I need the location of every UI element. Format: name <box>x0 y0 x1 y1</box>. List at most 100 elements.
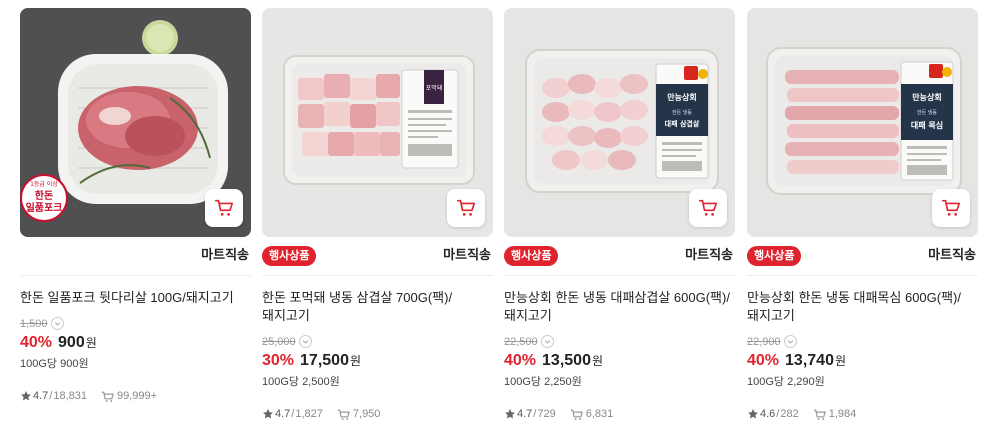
price-row: 40% 13,740원 <box>747 350 846 372</box>
divider <box>504 275 735 276</box>
review-count[interactable]: 729 <box>537 407 555 421</box>
product-grid: 1등급 이상 한돈 일품포크 마트직송 한돈 일품포크 뒷다리살 100G/돼지… <box>0 0 987 429</box>
tag-row: 마트직송 <box>20 244 251 266</box>
purchase-count: 1,984 <box>828 408 857 420</box>
review-count[interactable]: 282 <box>780 407 798 421</box>
unit-price: 100G당 2,290원 <box>747 376 825 388</box>
sale-price: 900 <box>58 334 85 351</box>
add-to-cart-button[interactable] <box>205 189 243 227</box>
purchase-count-icon <box>101 391 114 402</box>
original-price: 22,900 <box>747 336 781 348</box>
discount-rate: 40% <box>20 334 53 351</box>
purchase-count: 7,950 <box>352 408 381 420</box>
chevron-down-icon <box>544 339 550 344</box>
product-card[interactable]: 만능상회 한돈 냉동 대패 목심 행사상품 마트직송 만능상회 한돈 냉동 대패… <box>747 8 978 429</box>
sale-price: 13,740 <box>785 352 834 369</box>
package-sub: 한돈 냉동 <box>917 109 937 116</box>
add-to-cart-button[interactable] <box>689 189 727 227</box>
price-info-button[interactable] <box>298 334 312 348</box>
purchase-count-icon <box>813 409 826 420</box>
product-image[interactable]: 포먹돼 <box>262 8 493 237</box>
review-meta: 4.7/1,827 7,950 <box>262 407 380 421</box>
tag-row: 행사상품 마트직송 <box>747 244 978 266</box>
original-price: 22,500 <box>504 336 538 348</box>
rating: 4.7 <box>33 390 49 402</box>
cart-icon <box>214 199 234 216</box>
product-card[interactable]: 포먹돼 행사상품 마트직송 한돈 포먹돼 냉동 삼겹살 700G(팩)/돼지고기… <box>262 8 493 429</box>
product-image[interactable]: 1등급 이상 한돈 일품포크 <box>20 8 251 237</box>
original-price-row: 22,900 <box>747 334 797 349</box>
sale-price: 13,500 <box>542 352 591 369</box>
purchase-count: 6,831 <box>585 408 614 420</box>
review-meta: 4.7/729 6,831 <box>504 407 613 421</box>
price-info-button[interactable] <box>50 316 64 330</box>
package-brand: 만능상회 <box>912 92 941 102</box>
price-row: 40% 900원 <box>20 332 97 354</box>
currency: 원 <box>591 354 604 368</box>
unit-price: 100G당 2,250원 <box>504 376 582 388</box>
rating: 4.7 <box>517 408 533 420</box>
add-to-cart-button[interactable] <box>447 189 485 227</box>
purchase-count-icon <box>337 409 350 420</box>
product-title[interactable]: 만능상회 한돈 냉동 대패삼겹살 600G(팩)/돼지고기 <box>504 289 735 325</box>
price-info-button[interactable] <box>783 334 797 348</box>
product-card[interactable]: 1등급 이상 한돈 일품포크 마트직송 한돈 일품포크 뒷다리살 100G/돼지… <box>20 8 251 429</box>
product-image[interactable]: 만능상회 한돈 냉동 대패 목심 <box>747 8 978 237</box>
original-price-row: 25,000 <box>262 334 312 349</box>
unit-price: 100G당 2,500원 <box>262 376 340 388</box>
currency: 원 <box>85 336 97 350</box>
image-badge-line1: 1등급 이상 <box>30 180 58 188</box>
product-title[interactable]: 만능상회 한돈 냉동 대패목심 600G(팩)/돼지고기 <box>747 289 978 325</box>
package-label: 포먹돼 <box>426 84 443 92</box>
event-badge: 행사상품 <box>262 246 317 266</box>
original-price-row: 22,500 <box>504 334 554 349</box>
rating: 4.6 <box>760 408 776 420</box>
tag-row: 행사상품 마트직송 <box>262 244 493 266</box>
product-card[interactable]: 만능상회 한돈 냉동 대패 삼겹살 행사상품 마트직송 만능상회 한돈 냉동 대… <box>504 8 735 429</box>
star-icon <box>748 409 758 419</box>
image-badge-line2: 한돈 <box>35 190 53 202</box>
delivery-label: 마트직송 <box>928 247 976 262</box>
image-badge-line3: 일품포크 <box>26 201 63 214</box>
product-title[interactable]: 한돈 일품포크 뒷다리살 100G/돼지고기 <box>20 289 251 307</box>
sale-price: 17,500 <box>300 352 349 369</box>
star-icon <box>505 409 515 419</box>
purchase-count: 99,999+ <box>117 390 158 402</box>
unit-price: 100G당 900원 <box>20 358 89 370</box>
star-icon <box>263 409 273 419</box>
divider <box>747 275 978 276</box>
currency: 원 <box>834 354 847 368</box>
delivery-label: 마트직송 <box>201 247 249 262</box>
original-price-row: 1,500 <box>20 316 64 331</box>
discount-rate: 40% <box>504 352 537 369</box>
delivery-label: 마트직송 <box>443 247 491 262</box>
cart-icon <box>456 199 476 216</box>
price-row: 40% 13,500원 <box>504 350 603 372</box>
event-badge: 행사상품 <box>504 246 559 266</box>
price-info-button[interactable] <box>540 334 554 348</box>
delivery-label: 마트직송 <box>685 247 733 262</box>
event-badge: 행사상품 <box>747 246 802 266</box>
price-row: 30% 17,500원 <box>262 350 361 372</box>
package-brand: 만능상회 <box>667 92 696 102</box>
chevron-down-icon <box>54 321 60 326</box>
original-price: 1,500 <box>20 318 48 330</box>
product-title[interactable]: 한돈 포먹돼 냉동 삼겹살 700G(팩)/돼지고기 <box>262 289 493 325</box>
purchase-count-icon <box>570 409 583 420</box>
add-to-cart-button[interactable] <box>932 189 970 227</box>
chevron-down-icon <box>302 339 308 344</box>
product-image[interactable]: 만능상회 한돈 냉동 대패 삼겹살 <box>504 8 735 237</box>
chevron-down-icon <box>787 339 793 344</box>
star-icon <box>21 391 31 401</box>
discount-rate: 30% <box>262 352 295 369</box>
divider <box>20 275 251 276</box>
rating: 4.7 <box>275 408 291 420</box>
review-count[interactable]: 18,831 <box>53 389 87 403</box>
original-price: 25,000 <box>262 336 296 348</box>
cart-icon <box>941 199 961 216</box>
package-name: 대패 삼겹살 <box>665 119 700 128</box>
divider <box>262 275 493 276</box>
review-count[interactable]: 1,827 <box>295 407 323 421</box>
currency: 원 <box>349 354 362 368</box>
review-meta: 4.6/282 1,984 <box>747 407 856 421</box>
